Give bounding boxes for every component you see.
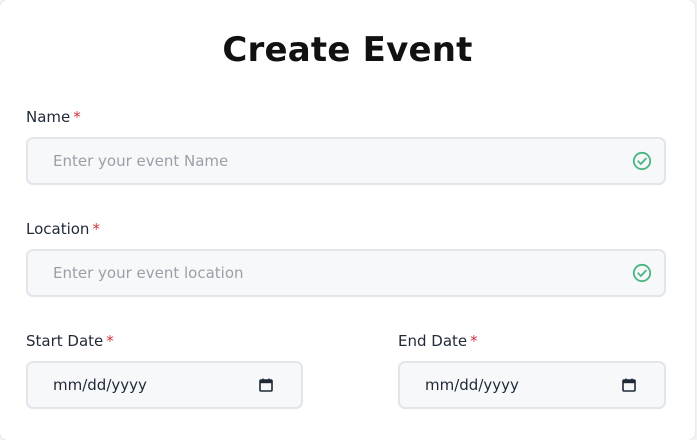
- check-circle-icon: [632, 151, 652, 171]
- calendar-icon[interactable]: [622, 378, 636, 392]
- start-date-value: mm/dd/yyyy: [53, 376, 147, 394]
- required-asterisk: *: [73, 108, 81, 126]
- page-title: Create Event: [222, 30, 473, 70]
- location-label-text: Location: [26, 220, 90, 238]
- start-date-label: Start Date *: [26, 332, 114, 350]
- event-location-input[interactable]: Enter your event location: [26, 249, 666, 297]
- required-asterisk: *: [92, 220, 100, 238]
- create-event-card: Create Event Name * Enter your event Name…: [0, 0, 695, 440]
- required-asterisk: *: [106, 332, 114, 350]
- calendar-icon[interactable]: [259, 378, 273, 392]
- start-date-input[interactable]: mm/dd/yyyy: [26, 361, 303, 409]
- name-label-text: Name: [26, 108, 71, 126]
- event-name-placeholder: Enter your event Name: [53, 152, 229, 170]
- check-circle-icon: [632, 263, 652, 283]
- location-label: Location *: [26, 220, 100, 238]
- end-date-label: End Date *: [398, 332, 478, 350]
- event-location-placeholder: Enter your event location: [53, 264, 244, 282]
- event-name-input[interactable]: Enter your event Name: [26, 137, 666, 185]
- end-date-input[interactable]: mm/dd/yyyy: [398, 361, 666, 409]
- start-date-label-text: Start Date: [26, 332, 104, 350]
- required-asterisk: *: [470, 332, 478, 350]
- end-date-value: mm/dd/yyyy: [425, 376, 519, 394]
- name-label: Name *: [26, 108, 81, 126]
- end-date-label-text: End Date: [398, 332, 468, 350]
